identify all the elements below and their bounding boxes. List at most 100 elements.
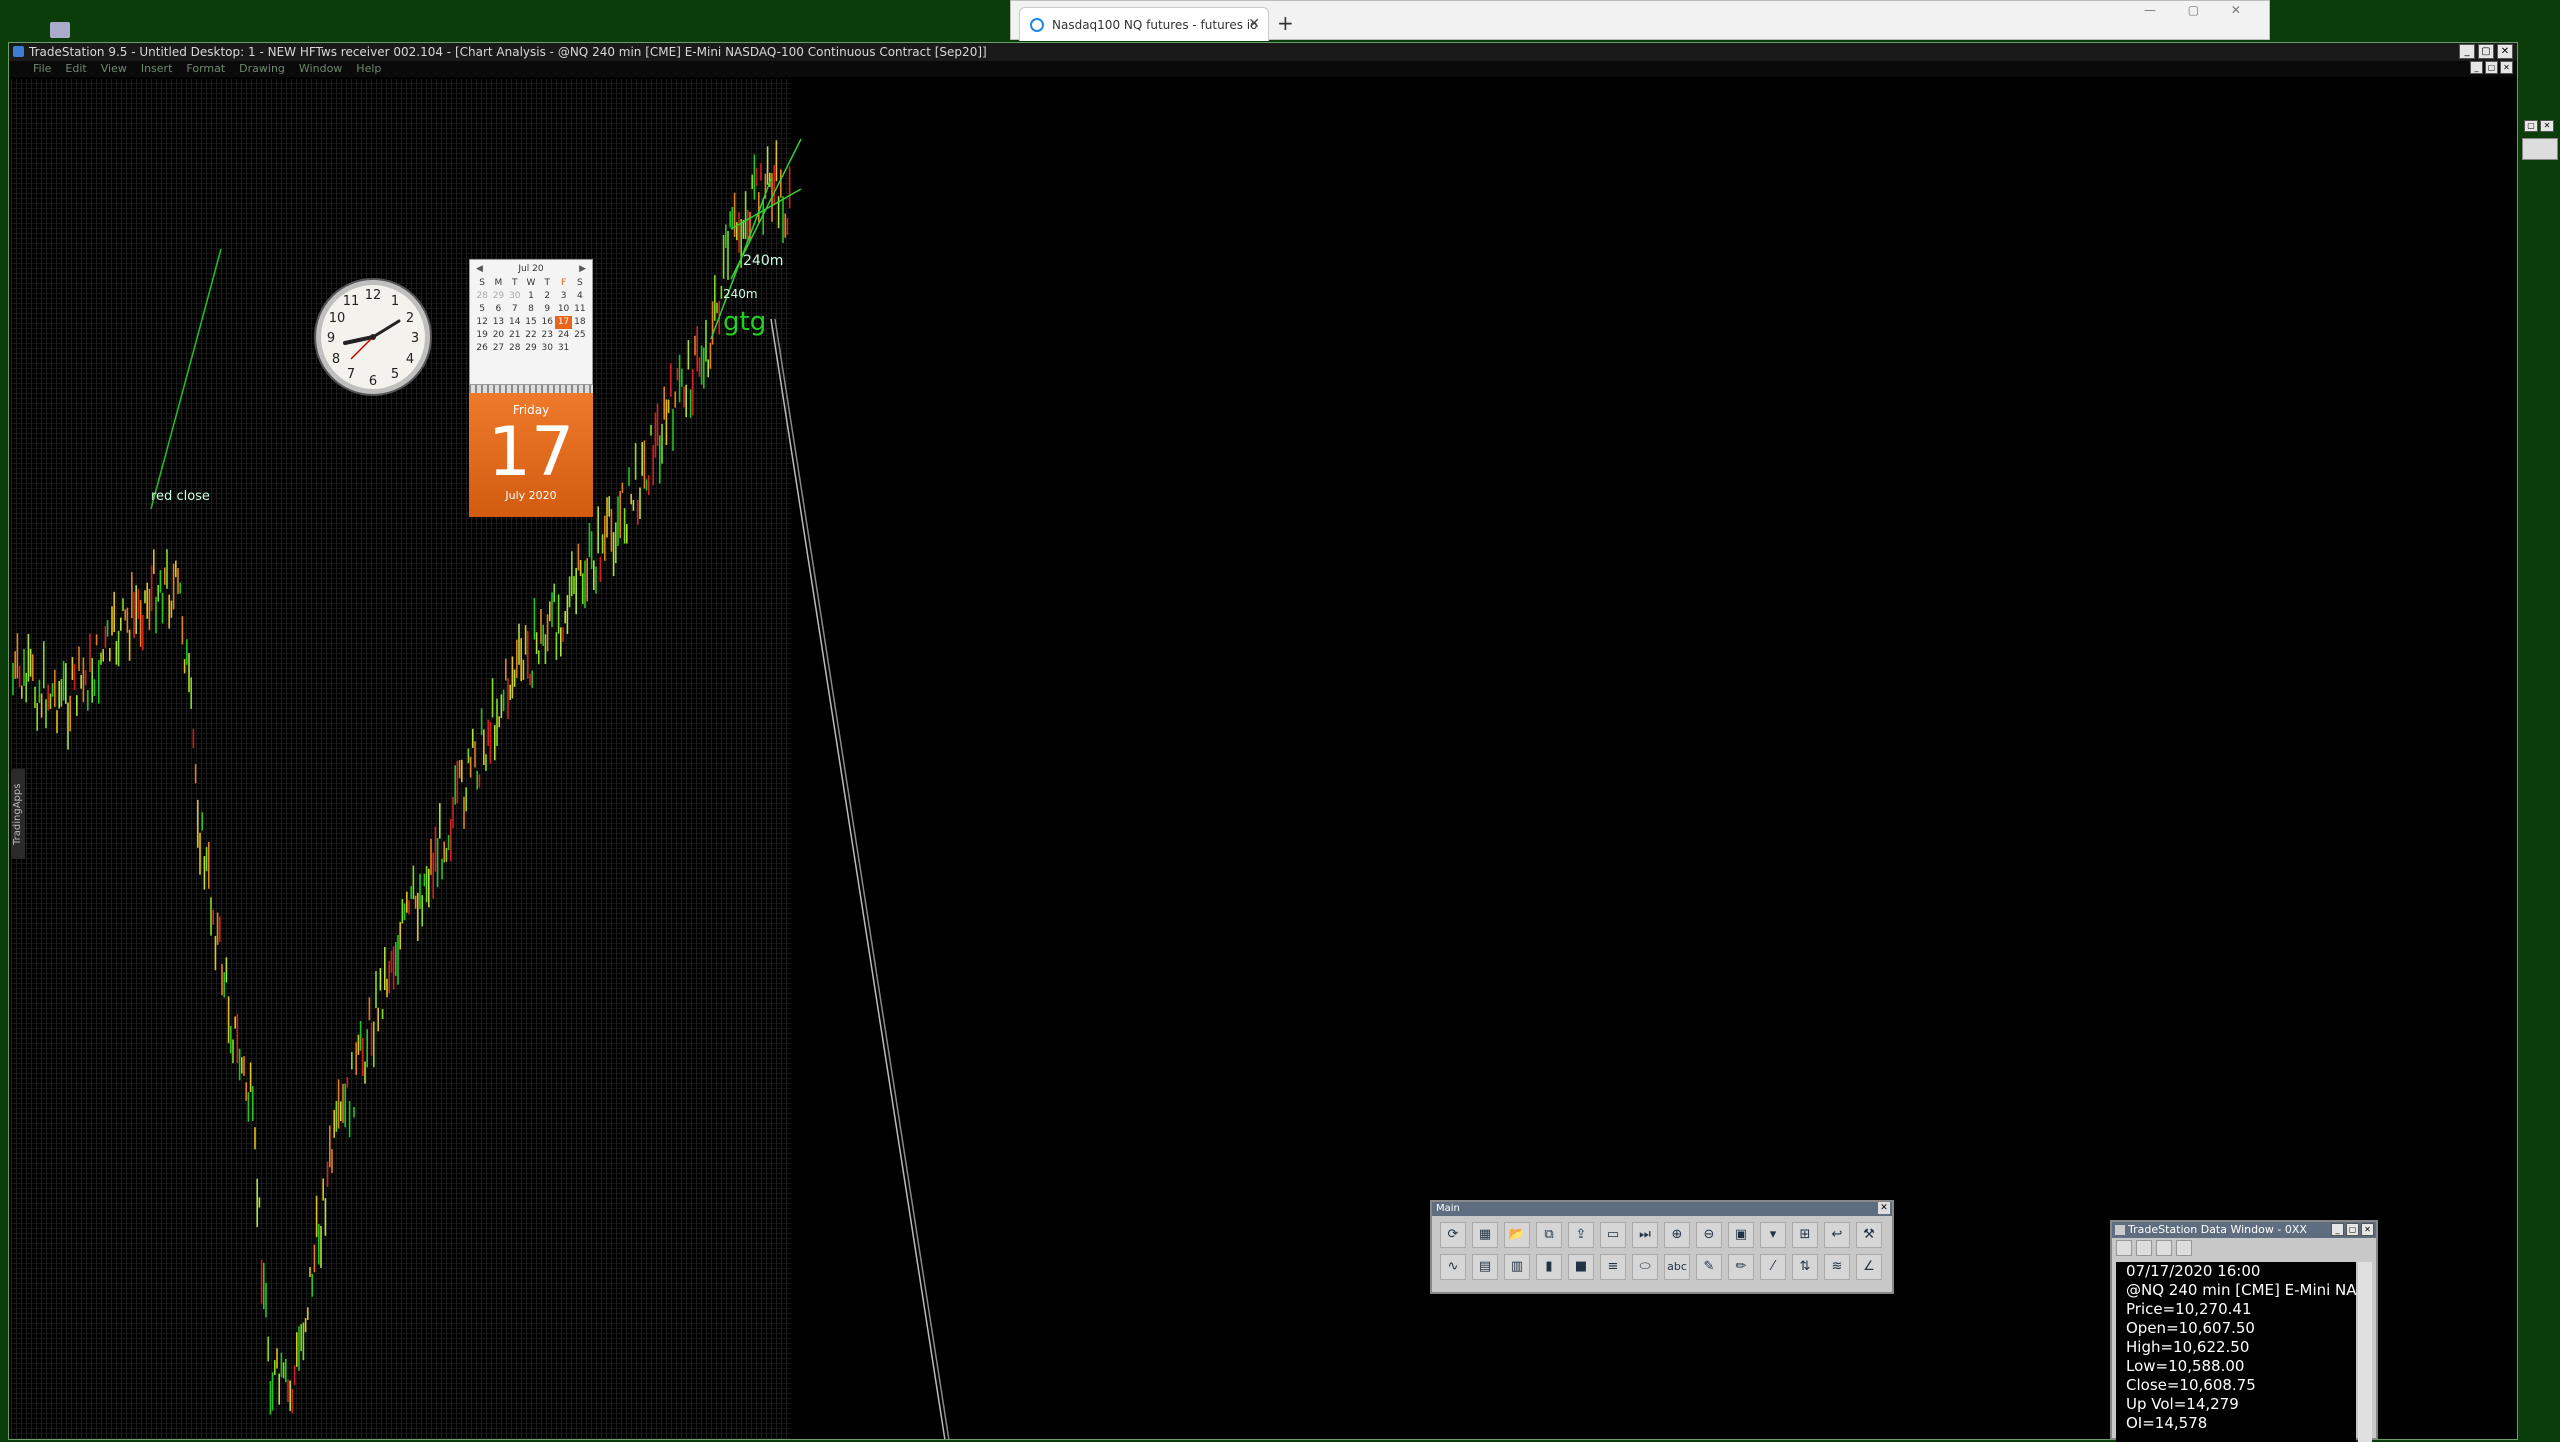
- angle-icon[interactable]: ∠: [1856, 1254, 1882, 1280]
- calendar-day[interactable]: 24: [555, 329, 571, 342]
- tradingapps-tab[interactable]: TradingApps: [11, 769, 25, 859]
- add-table-icon[interactable]: ⊞: [1792, 1222, 1818, 1248]
- workspace-icon[interactable]: ▥: [1504, 1254, 1530, 1280]
- calendar-day[interactable]: 4: [572, 290, 588, 303]
- calendar-day[interactable]: 25: [572, 329, 588, 342]
- clock-gadget[interactable]: 12 12 345 678 91011: [313, 277, 433, 397]
- pencil-icon[interactable]: ✏: [1728, 1254, 1754, 1280]
- window-titlebar[interactable]: TradeStation 9.5 - Untitled Desktop: 1 -…: [9, 43, 2517, 61]
- calendar-day[interactable]: 27: [490, 342, 506, 355]
- refresh-icon[interactable]: ⟳: [1440, 1222, 1466, 1248]
- calendar-day[interactable]: 29: [523, 342, 539, 355]
- calendar-day[interactable]: 16: [539, 316, 555, 329]
- abc-text-icon[interactable]: abc: [1664, 1254, 1690, 1280]
- close-tab-icon[interactable]: ✕: [1248, 16, 1260, 32]
- menu-item-help[interactable]: Help: [356, 61, 381, 77]
- colorbar-icon[interactable]: ▮: [1536, 1254, 1562, 1280]
- highlighter-icon[interactable]: ✎: [1696, 1254, 1722, 1280]
- prev-month-icon[interactable]: ◀: [476, 264, 483, 274]
- calendar-day[interactable]: 17: [555, 316, 572, 329]
- calendar-day[interactable]: 29: [490, 290, 506, 303]
- calendar-day[interactable]: 26: [474, 342, 490, 355]
- calendar-day[interactable]: 21: [507, 329, 523, 342]
- next-month-icon[interactable]: ▶: [579, 264, 586, 274]
- calendar-day[interactable]: 19: [474, 329, 490, 342]
- zoom-in-icon[interactable]: ⊕: [1664, 1222, 1690, 1248]
- calendar-day[interactable]: [572, 342, 588, 355]
- calendar-day[interactable]: 31: [555, 342, 571, 355]
- calendar-day[interactable]: 15: [523, 316, 539, 329]
- calendar-day[interactable]: 12: [474, 316, 490, 329]
- calendar-day[interactable]: 22: [523, 329, 539, 342]
- child-close-button[interactable]: ✕: [2500, 61, 2513, 74]
- zoom-out-icon[interactable]: ⊖: [1696, 1222, 1722, 1248]
- calendar-day[interactable]: 11: [572, 303, 588, 316]
- menu-item-format[interactable]: Format: [186, 61, 225, 77]
- copy-icon[interactable]: ⧉: [1536, 1222, 1562, 1248]
- calendar-day[interactable]: 30: [507, 290, 523, 303]
- calendar-day[interactable]: 7: [507, 303, 523, 316]
- calendar-day[interactable]: 5: [474, 303, 490, 316]
- child-restore-button[interactable]: ▢: [2485, 61, 2498, 74]
- calendar-day[interactable]: 18: [572, 316, 588, 329]
- monitor-icon[interactable]: ▣: [1728, 1222, 1754, 1248]
- strategy-icon[interactable]: ▤: [1472, 1254, 1498, 1280]
- calendar-day[interactable]: 28: [507, 342, 523, 355]
- child-minimize-button[interactable]: _: [2470, 61, 2483, 74]
- menu-item-view[interactable]: View: [101, 61, 127, 77]
- calendar-day[interactable]: 6: [490, 303, 506, 316]
- trendline-icon[interactable]: ⁄: [1760, 1254, 1786, 1280]
- side-scroll-thumb[interactable]: [2522, 138, 2558, 160]
- page-icon[interactable]: ▭: [1600, 1222, 1626, 1248]
- menu-item-drawing[interactable]: Drawing: [239, 61, 285, 77]
- minimize-button[interactable]: _: [2459, 44, 2475, 59]
- menu-item-window[interactable]: Window: [299, 61, 342, 77]
- dw-close-button[interactable]: ✕: [2361, 1223, 2374, 1236]
- calendar-day[interactable]: 1: [523, 290, 539, 303]
- trendline-drawing[interactable]: [774, 318, 955, 1439]
- calendar-day[interactable]: 23: [539, 329, 555, 342]
- browser-tab[interactable]: Nasdaq100 NQ futures - futures io ✕: [1019, 7, 1269, 41]
- lines-icon[interactable]: ≡: [1600, 1254, 1626, 1280]
- menu-item-edit[interactable]: Edit: [65, 61, 86, 77]
- dw-maximize-button[interactable]: ▢: [2346, 1223, 2359, 1236]
- dropdown-icon[interactable]: ▾: [1760, 1222, 1786, 1248]
- tools-icon[interactable]: ⚒: [1856, 1222, 1882, 1248]
- calendar-day[interactable]: 9: [539, 303, 555, 316]
- recycle-bin-icon[interactable]: [50, 22, 70, 38]
- print-icon[interactable]: [2136, 1240, 2152, 1256]
- new-tab-button[interactable]: +: [1277, 11, 1294, 35]
- grid-icon[interactable]: ▦: [1472, 1222, 1498, 1248]
- curve-icon[interactable]: ↩: [1824, 1222, 1850, 1248]
- calendar-day[interactable]: 10: [555, 303, 571, 316]
- trendline-drawing[interactable]: [150, 248, 222, 510]
- data-window-titlebar[interactable]: TradeStation Data Window - 0XX _ ▢ ✕: [2112, 1222, 2376, 1238]
- browser-window-controls[interactable]: — ▢ ✕: [2144, 3, 2255, 17]
- menu-item-insert[interactable]: Insert: [141, 61, 173, 77]
- calendar-day[interactable]: 28: [474, 290, 490, 303]
- calendar-day[interactable]: 14: [507, 316, 523, 329]
- side-close-button[interactable]: ✕: [2540, 120, 2554, 132]
- wave-icon[interactable]: ≋: [1824, 1254, 1850, 1280]
- window-link-icon[interactable]: [2176, 1240, 2192, 1256]
- calendar-day[interactable]: 13: [490, 316, 506, 329]
- oval-icon[interactable]: ⬭: [1632, 1254, 1658, 1280]
- calendar-day[interactable]: 30: [539, 342, 555, 355]
- jump-end-icon[interactable]: ⏭: [1632, 1222, 1658, 1248]
- calendar-day[interactable]: 8: [523, 303, 539, 316]
- calendar-day[interactable]: 3: [555, 290, 571, 303]
- fib-icon[interactable]: ⇅: [1792, 1254, 1818, 1280]
- data-window-scrollbar[interactable]: [2358, 1262, 2372, 1442]
- calendar-gadget[interactable]: ◀ ▶ Jul 20 S M T W T F S 28 29 30 1 2 3 4 5 6 7 8 9 10 11 12 1…: [469, 259, 593, 517]
- dark-icon[interactable]: ■: [1568, 1254, 1594, 1280]
- toolbar-close-icon[interactable]: ✕: [1878, 1202, 1890, 1214]
- side-restore-button[interactable]: ▢: [2524, 120, 2538, 132]
- maximize-button[interactable]: ▢: [2478, 44, 2494, 59]
- calendar-day[interactable]: 2: [539, 290, 555, 303]
- indicator-icon[interactable]: ∿: [1440, 1254, 1466, 1280]
- grid-view-icon[interactable]: [2156, 1240, 2172, 1256]
- open-folder-icon[interactable]: 📂: [1504, 1222, 1530, 1248]
- dw-minimize-button[interactable]: _: [2331, 1223, 2344, 1236]
- menu-item-file[interactable]: File: [33, 61, 51, 77]
- save-icon[interactable]: [2116, 1240, 2132, 1256]
